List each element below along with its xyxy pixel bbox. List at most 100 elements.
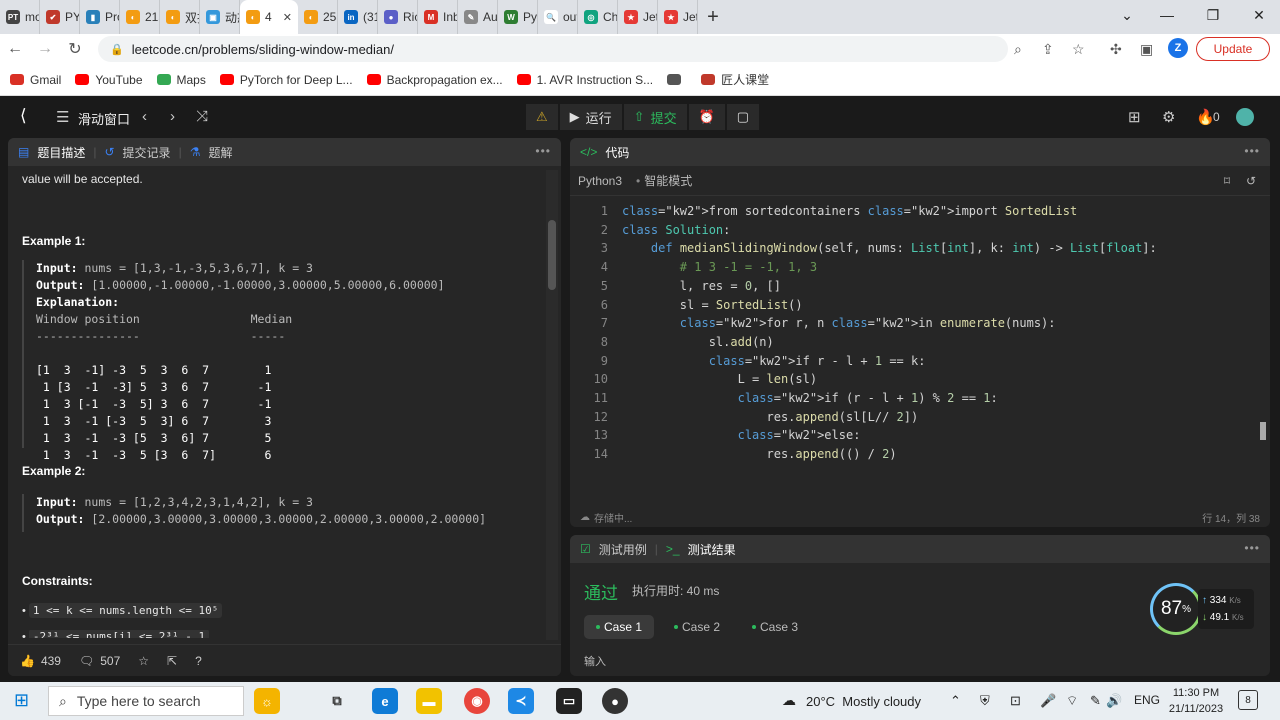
next-problem-icon[interactable]: › (170, 108, 175, 125)
bookmark-icon[interactable]: ⌑ (1224, 174, 1230, 188)
close-window-button[interactable]: ✕ (1236, 0, 1280, 30)
browser-tab[interactable]: ● Rich (378, 0, 418, 34)
layout-icon[interactable]: ⊞ (1128, 108, 1141, 126)
prev-problem-icon[interactable]: ‹ (142, 108, 147, 125)
browser-tab[interactable]: ✔ PYP (40, 0, 80, 34)
tab-solutions[interactable]: 题解 (208, 144, 232, 161)
more-icon[interactable]: ••• (535, 144, 551, 158)
volume-icon[interactable]: 🔊 (1106, 693, 1122, 709)
streak-flame-icon[interactable]: 🔥 (1196, 108, 1215, 126)
browser-tab[interactable]: PT mos (0, 0, 40, 34)
browser-tab[interactable]: ◎ Chat (578, 0, 618, 34)
more-icon[interactable]: ••• (1244, 144, 1260, 158)
browser-tab[interactable]: ◐ 2156 (120, 0, 160, 34)
favorite-star-icon[interactable]: ☆ (138, 654, 149, 668)
mic-icon[interactable]: 🎤 (1040, 693, 1056, 709)
user-avatar[interactable] (1236, 108, 1254, 126)
help-icon[interactable]: ? (195, 654, 202, 668)
file-explorer-icon[interactable]: ▬ (416, 688, 442, 714)
browser-tab[interactable]: ▮ Prob (80, 0, 120, 34)
pen-icon[interactable]: ✎ (1090, 693, 1101, 709)
comments-button[interactable]: 🗨 507 (79, 654, 120, 668)
news-widget-icon[interactable]: ☼ (254, 688, 280, 714)
security-icon[interactable]: ⛨ (980, 693, 990, 709)
tab-description[interactable]: 题目描述 (37, 144, 85, 161)
tab-test-result[interactable]: 测试结果 (688, 541, 736, 558)
terminal-app-icon[interactable]: ▭ (556, 688, 582, 714)
reload-button[interactable]: ↻ (60, 39, 90, 59)
url-field[interactable]: 🔒 leetcode.cn/problems/sliding-window-me… (98, 36, 1008, 62)
case-tab[interactable]: Case 2 (662, 615, 732, 639)
like-button[interactable]: 👍 439 (20, 654, 61, 668)
maximize-button[interactable]: ❐ (1190, 0, 1236, 30)
share-icon[interactable]: ⇪ (1042, 41, 1054, 58)
edge-icon[interactable]: e (372, 688, 398, 714)
submit-button[interactable]: ⇧ 提交 (623, 104, 687, 130)
browser-tab[interactable]: ★ Jets (618, 0, 658, 34)
forward-button[interactable]: → (30, 40, 60, 58)
list-icon[interactable]: ☰ (56, 108, 69, 126)
problem-list-title[interactable]: 滑动窗口 (78, 109, 130, 128)
bookmark-item[interactable] (667, 74, 687, 85)
zoom-icon[interactable]: ⌕ (1014, 41, 1022, 58)
chrome-icon[interactable]: ◉ (464, 688, 490, 714)
tab-code[interactable]: 代码 (605, 144, 629, 161)
new-tab-button[interactable]: + (698, 0, 728, 34)
browser-tab[interactable]: 🔍 outl (538, 0, 578, 34)
minimize-button[interactable]: — (1144, 0, 1190, 30)
network-monitor-widget[interactable]: 87% ↑ 334 K/s ↓ 49.1 K/s (1150, 583, 1256, 635)
recording-app-icon[interactable]: ● (602, 688, 628, 714)
settings-gear-icon[interactable]: ⚙ (1162, 108, 1175, 126)
browser-tab[interactable]: ◐ 双指 (160, 0, 200, 34)
wifi-icon[interactable]: ⌔ (1066, 693, 1078, 709)
browser-tab[interactable]: M Inbo (418, 0, 458, 34)
browser-tab[interactable]: W Pyth (498, 0, 538, 34)
notes-button[interactable]: ▢ (726, 104, 760, 130)
shuffle-icon[interactable]: ⤨ (196, 108, 208, 125)
language-select[interactable]: Python3 (578, 174, 622, 188)
weather-text[interactable]: 20°C Mostly cloudy (806, 694, 921, 709)
browser-tab[interactable]: ✎ Auto (458, 0, 498, 34)
case-tab[interactable]: Case 3 (740, 615, 810, 639)
side-panel-icon[interactable]: ▣ (1140, 41, 1153, 58)
update-button[interactable]: Update (1196, 37, 1270, 61)
browser-tab[interactable]: ▣ 动态 (200, 0, 240, 34)
more-icon[interactable]: ••• (1244, 541, 1260, 555)
smart-mode-toggle[interactable]: 智能模式 (644, 172, 692, 189)
task-view-icon[interactable]: ⧉ (324, 688, 350, 714)
bookmark-item[interactable]: 匠人课堂 (701, 71, 769, 88)
browser-tab[interactable]: ◐ 4 ✕ (240, 0, 298, 34)
description-scrollbar[interactable] (546, 170, 558, 640)
tab-submissions[interactable]: 提交记录 (123, 144, 171, 161)
bookmark-item[interactable]: Backpropagation ex... (366, 73, 503, 87)
browser-tab[interactable]: in (31) (338, 0, 378, 34)
leetcode-logo-icon[interactable]: ⟨ (20, 106, 27, 126)
tab-test-case[interactable]: 测试用例 (599, 541, 647, 558)
windows-start-icon[interactable]: ⊞ (14, 690, 29, 711)
profile-avatar[interactable]: Z (1168, 38, 1188, 58)
bookmark-item[interactable]: Maps (156, 73, 206, 87)
network-icon[interactable]: ⊡ (1010, 693, 1021, 709)
bookmark-item[interactable]: Gmail (10, 73, 61, 87)
share-link-icon[interactable]: ⇱ (167, 654, 177, 668)
close-tab-icon[interactable]: ✕ (283, 11, 292, 24)
scrollbar-thumb[interactable] (548, 220, 556, 290)
extensions-icon[interactable]: ✣ (1110, 41, 1122, 58)
editor-scrollbar[interactable] (1260, 422, 1266, 440)
taskbar-search[interactable]: ⌕ Type here to search (48, 686, 244, 716)
reset-code-icon[interactable]: ↺ (1246, 174, 1256, 188)
back-button[interactable]: ← (0, 40, 30, 58)
bookmark-item[interactable]: PyTorch for Deep L... (219, 73, 353, 87)
bookmark-item[interactable]: 1. AVR Instruction S... (516, 73, 653, 87)
browser-tab[interactable]: ◐ 2537 (298, 0, 338, 34)
case-tab[interactable]: Case 1 (584, 615, 655, 639)
vscode-icon[interactable]: ≺ (508, 688, 534, 714)
notifications-icon[interactable]: 8 (1238, 690, 1258, 710)
weather-icon[interactable]: ☁ (782, 692, 796, 709)
system-clock[interactable]: 11:30 PM 21/11/2023 (1166, 685, 1226, 717)
debug-button[interactable]: ⚠ (526, 104, 558, 130)
run-button[interactable]: ▶ 运行 (559, 104, 622, 130)
browser-tab[interactable]: ★ Jets (658, 0, 698, 34)
code-editor[interactable]: 1 class="kw2">from sortedcontainers class… (570, 202, 1260, 502)
bookmark-star-icon[interactable]: ☆ (1072, 41, 1085, 58)
